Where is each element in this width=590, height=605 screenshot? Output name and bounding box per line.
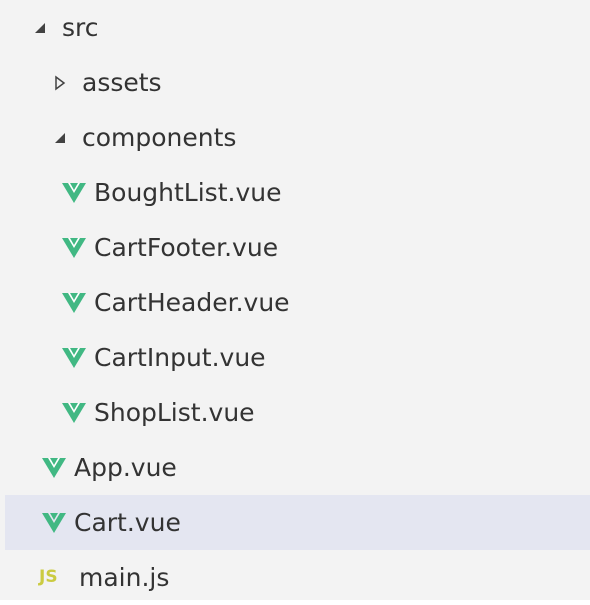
tree-item-main-js[interactable]: JS main.js [5,550,590,605]
chevron-down-icon[interactable] [52,130,68,146]
vue-icon [62,237,86,259]
tree-item-cartinput-vue[interactable]: CartInput.vue [5,330,590,385]
tree-item-label: Cart.vue [74,508,181,537]
chevron-right-icon[interactable] [52,75,68,91]
vue-icon [42,457,66,479]
tree-item-cart-vue[interactable]: Cart.vue [5,495,590,550]
tree-item-shoplist-vue[interactable]: ShopList.vue [5,385,590,440]
tree-item-label: ShopList.vue [94,398,255,427]
tree-item-label: src [62,13,99,42]
tree-item-label: CartHeader.vue [94,288,290,317]
vue-icon [62,292,86,314]
tree-item-app-vue[interactable]: App.vue [5,440,590,495]
tree-item-label: components [82,123,237,152]
vue-icon [42,512,66,534]
file-explorer-tree: src assets components BoughtList.vue Car… [0,0,590,600]
tree-item-label: App.vue [74,453,177,482]
chevron-down-icon[interactable] [32,20,48,36]
vue-icon [62,347,86,369]
js-icon: JS [39,567,58,587]
tree-item-assets[interactable]: assets [5,55,590,110]
tree-item-cartfooter-vue[interactable]: CartFooter.vue [5,220,590,275]
tree-item-label: CartFooter.vue [94,233,279,262]
tree-item-components[interactable]: components [5,110,590,165]
vue-icon [62,402,86,424]
tree-item-src[interactable]: src [5,0,590,55]
vue-icon [62,182,86,204]
tree-item-label: BoughtList.vue [94,178,282,207]
tree-item-label: assets [82,68,162,97]
tree-item-label: main.js [79,563,170,592]
tree-item-cartheader-vue[interactable]: CartHeader.vue [5,275,590,330]
tree-item-boughtlist-vue[interactable]: BoughtList.vue [5,165,590,220]
tree-item-label: CartInput.vue [94,343,266,372]
